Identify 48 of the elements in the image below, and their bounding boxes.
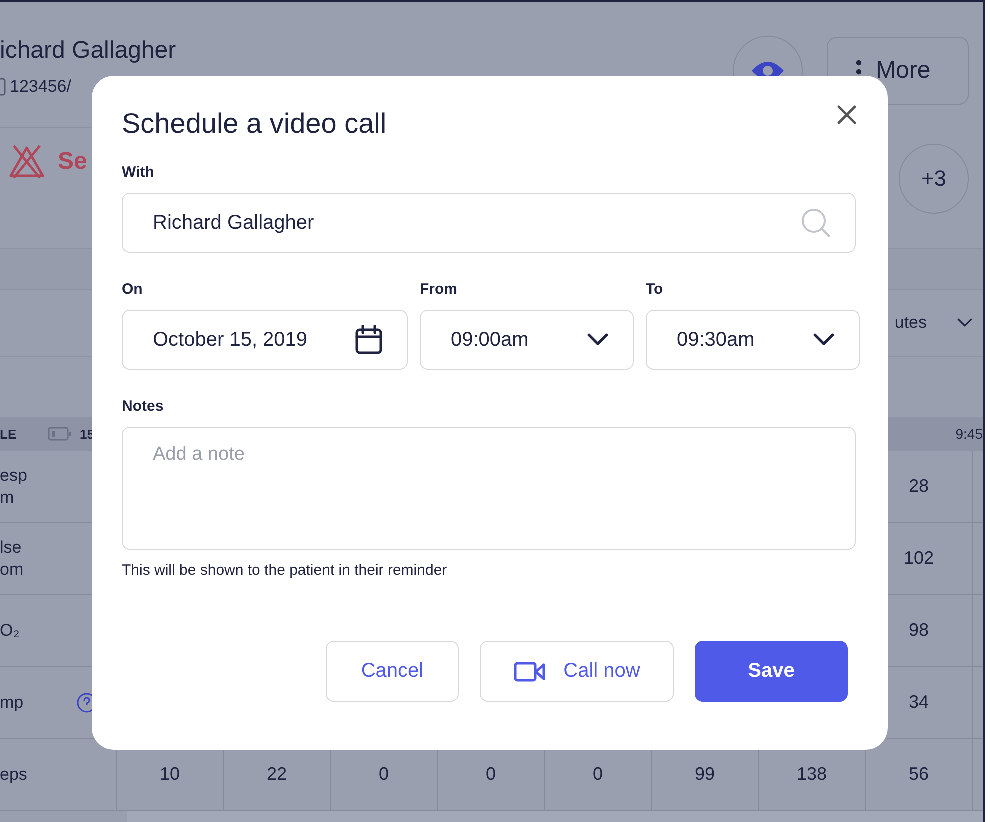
end-time-dropdown[interactable]: 09:30am: [646, 310, 860, 370]
interval-dropdown[interactable]: utes: [894, 313, 973, 333]
dialog-title: Schedule a video call: [122, 108, 387, 140]
field-label: To: [646, 281, 664, 298]
column-header: LE: [0, 426, 18, 442]
table-cell: 99: [694, 764, 716, 785]
call-now-button[interactable]: Call now: [480, 641, 674, 702]
table-cell: 102: [904, 548, 934, 569]
table-cell: 0: [378, 764, 389, 785]
chevron-down-icon: [957, 318, 973, 328]
start-time-dropdown[interactable]: 09:00am: [420, 310, 634, 370]
table-cell: 0: [592, 764, 603, 785]
table-cell: 28: [908, 476, 930, 497]
time-header: 9:45: [956, 426, 983, 442]
close-button[interactable]: [836, 104, 858, 126]
extra-count-button[interactable]: +3: [899, 144, 969, 214]
row-label: eps: [0, 764, 28, 786]
table-cell: 22: [266, 764, 288, 785]
row-label: esp m: [0, 464, 28, 508]
row-label: lse om: [0, 536, 24, 580]
video-camera-icon: [514, 662, 546, 682]
table-cell: 138: [796, 764, 828, 785]
cancel-button[interactable]: Cancel: [326, 641, 459, 702]
chevron-down-icon: [813, 333, 835, 347]
field-label: With: [122, 164, 156, 181]
chevron-down-icon: [587, 333, 609, 347]
search-icon: [801, 208, 831, 238]
battery-icon: [48, 427, 72, 441]
patient-name: ichard Gallagher: [0, 37, 178, 65]
date-field[interactable]: October 15, 2019: [122, 310, 408, 370]
field-label: From: [420, 281, 458, 298]
warning-triangle-icon: [8, 144, 46, 180]
field-label: Notes: [122, 398, 165, 415]
save-button[interactable]: Save: [695, 641, 848, 702]
table-cell: 0: [486, 764, 496, 785]
table-cell: 10: [160, 764, 180, 785]
row-label: mp: [0, 692, 24, 714]
calendar-icon: [355, 325, 383, 355]
table-cell: 56: [908, 764, 930, 785]
table-cell: 98: [908, 620, 930, 641]
row-label: O₂: [0, 620, 20, 642]
notes-hint: This will be shown to the patient in their reminder: [122, 562, 448, 579]
contact-search-field[interactable]: Richard Gallagher: [122, 193, 856, 253]
patient-id: 123456/: [10, 77, 72, 97]
table-cell: 34: [908, 692, 930, 713]
field-label: On: [122, 281, 144, 298]
alert-label: Se: [58, 148, 88, 176]
id-card-icon: [0, 78, 6, 96]
